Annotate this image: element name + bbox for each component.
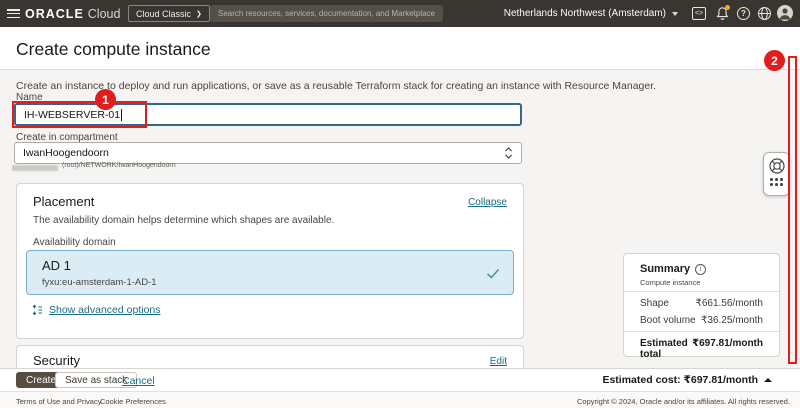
divider	[624, 331, 779, 332]
cancel-link[interactable]: Cancel	[122, 375, 155, 387]
chevron-up-icon	[764, 378, 772, 382]
show-advanced-options-link[interactable]: Show advanced options	[49, 304, 161, 316]
cloud-classic-button[interactable]: Cloud Classic ❯	[128, 5, 210, 22]
summary-panel: Summary i Compute instance Shape ₹661.56…	[623, 253, 780, 357]
cloud-classic-label: Cloud Classic	[136, 9, 191, 19]
summary-row-boot-volume: Boot volume ₹36.25/month	[640, 315, 763, 326]
console-glyph: <>	[695, 10, 703, 17]
row-label: Boot volume	[640, 315, 696, 326]
annotation-box-name-field	[12, 101, 147, 128]
region-label: Netherlands Northwest (Amsterdam)	[504, 8, 666, 19]
estimated-cost[interactable]: Estimated cost: ₹697.81/month	[602, 374, 772, 386]
cloud-shell-icon[interactable]: <>	[692, 7, 706, 20]
notification-dot	[725, 5, 730, 10]
notifications-icon[interactable]	[715, 6, 730, 21]
page-description: Create an instance to deploy and run app…	[16, 80, 656, 92]
compartment-path: (root)/NETWORK/IwanHoogendoorn	[62, 162, 176, 169]
support-widget[interactable]	[763, 152, 790, 196]
person-icon	[777, 5, 793, 21]
show-advanced-options[interactable]: Show advanced options	[31, 304, 161, 316]
annotation-step-1: 1	[95, 89, 116, 110]
placement-description: The availability domain helps determine …	[33, 215, 334, 226]
edit-link[interactable]: Edit	[490, 356, 507, 367]
ad-name: AD 1	[42, 258, 71, 273]
summary-row-total: Estimated total ₹697.81/month	[640, 338, 763, 360]
compartment-value: IwanHoogendoorn	[23, 147, 109, 159]
annotation-box-scrollbar	[788, 56, 797, 364]
language-globe-icon[interactable]	[757, 6, 772, 21]
security-title: Security	[33, 353, 80, 368]
oracle-cloud-console: ORACLE Cloud Cloud Classic ❯ Netherlands…	[0, 0, 800, 408]
collapse-link[interactable]: Collapse	[468, 197, 507, 208]
total-label: Estimated total	[640, 338, 692, 360]
summary-title: Summary	[640, 263, 690, 275]
advanced-options-icon	[31, 304, 43, 316]
summary-row-shape: Shape ₹661.56/month	[640, 298, 763, 309]
brand-oracle: ORACLE	[25, 7, 84, 21]
region-selector[interactable]: Netherlands Northwest (Amsterdam)	[504, 0, 678, 27]
support-lifering-icon	[768, 157, 786, 175]
availability-domain-label: Availability domain	[33, 237, 116, 248]
summary-subtitle: Compute instance	[640, 278, 700, 287]
user-avatar[interactable]	[777, 5, 793, 21]
copyright: Copyright © 2024, Oracle and/or its affi…	[577, 397, 790, 406]
checkmark-icon	[486, 268, 500, 279]
help-glyph: ?	[741, 9, 746, 18]
title-band: Create compute instance	[0, 27, 800, 70]
compartment-select[interactable]: IwanHoogendoorn	[14, 142, 522, 164]
drag-handle-icon[interactable]	[764, 178, 789, 186]
ad-id: fyxu:eu-amsterdam-1-AD-1	[42, 277, 157, 288]
action-bar: Create Save as stack Cancel Estimated co…	[0, 368, 800, 391]
menu-icon[interactable]	[7, 9, 20, 18]
total-value: ₹697.81/month	[692, 338, 763, 360]
search-input[interactable]	[210, 5, 443, 22]
select-chevrons-icon	[504, 146, 513, 160]
oracle-cloud-logo[interactable]: ORACLE Cloud	[25, 0, 120, 27]
info-icon[interactable]: i	[695, 264, 706, 275]
terms-link[interactable]: Terms of Use and Privacy	[16, 397, 101, 406]
page-title: Create compute instance	[16, 39, 211, 60]
divider	[624, 291, 779, 292]
placement-section: Placement Collapse The availability doma…	[16, 183, 524, 339]
chevron-down-icon	[672, 12, 678, 16]
brand-cloud: Cloud	[88, 7, 121, 21]
redacted-text	[12, 165, 58, 171]
row-value: ₹661.56/month	[695, 298, 763, 309]
placement-title: Placement	[33, 194, 94, 209]
footer: Terms of Use and Privacy Cookie Preferen…	[0, 391, 800, 408]
availability-domain-option[interactable]: AD 1 fyxu:eu-amsterdam-1-AD-1	[26, 250, 514, 295]
row-label: Shape	[640, 298, 669, 309]
topbar: ORACLE Cloud Cloud Classic ❯ Netherlands…	[0, 0, 800, 27]
help-icon[interactable]: ?	[737, 7, 750, 20]
chevron-right-icon: ❯	[196, 10, 202, 18]
estimated-cost-label: Estimated cost: ₹697.81/month	[602, 374, 758, 386]
annotation-step-2: 2	[764, 50, 785, 71]
row-value: ₹36.25/month	[701, 315, 763, 326]
cookie-preferences-link[interactable]: Cookie Preferences	[100, 397, 166, 406]
